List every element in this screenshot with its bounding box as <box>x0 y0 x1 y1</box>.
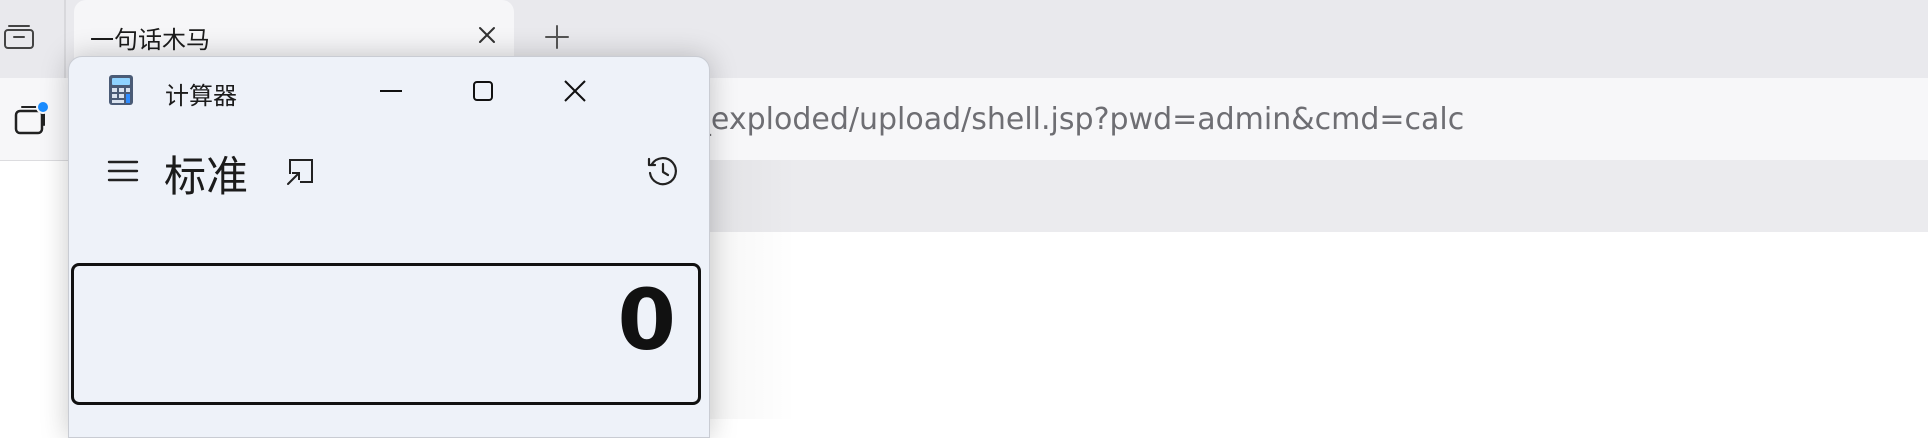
navigation-menu-button[interactable] <box>101 149 145 193</box>
maximize-button[interactable] <box>455 67 511 115</box>
tab-strip-divider <box>64 0 66 78</box>
new-tab-button[interactable] <box>538 18 576 56</box>
tab-actions-icon <box>3 22 35 50</box>
keep-on-top-icon <box>286 156 316 186</box>
history-icon <box>646 154 680 188</box>
calculator-mode-title: 标准 <box>164 152 249 201</box>
calculator-app-icon <box>109 75 133 105</box>
minimize-button[interactable] <box>363 67 419 115</box>
close-icon <box>478 26 496 44</box>
close-icon <box>563 79 587 103</box>
hamburger-menu-icon <box>107 159 139 183</box>
notification-dot <box>36 100 50 114</box>
keep-on-top-button[interactable] <box>279 149 323 193</box>
tab-actions-button[interactable] <box>0 14 38 58</box>
calculator-window[interactable]: 计算器 标准 0 <box>68 56 710 438</box>
plus-icon <box>544 24 570 50</box>
tab-title: 一句话木马 <box>90 26 210 54</box>
maximize-icon <box>472 80 494 102</box>
minimize-icon <box>379 89 403 93</box>
page-content <box>706 160 796 419</box>
calculator-display[interactable]: 0 <box>71 263 701 405</box>
display-value: 0 <box>617 271 676 369</box>
history-button[interactable] <box>639 147 687 195</box>
close-window-button[interactable] <box>547 67 603 115</box>
close-tab-button[interactable] <box>470 18 504 52</box>
window-title: 计算器 <box>165 82 237 110</box>
